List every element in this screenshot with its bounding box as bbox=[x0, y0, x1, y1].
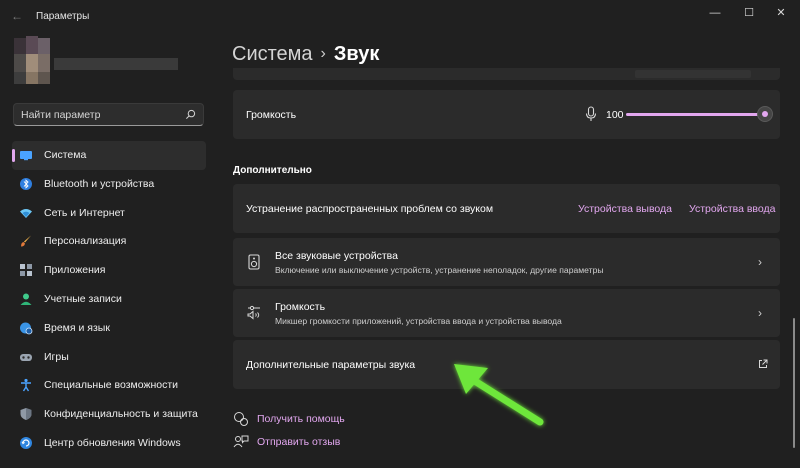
back-arrow-icon[interactable]: ← bbox=[8, 8, 26, 24]
breadcrumb: Система › Звук bbox=[232, 43, 379, 66]
sidebar-item-gaming[interactable]: Игры bbox=[12, 343, 206, 372]
sidebar-item-label: Приложения bbox=[44, 264, 106, 277]
sidebar-item-label: Система bbox=[44, 149, 87, 161]
sidebar-item-label: Bluetooth и устройства bbox=[44, 177, 155, 190]
update-icon bbox=[20, 436, 32, 449]
annotation-arrow-icon bbox=[454, 364, 544, 426]
mixer-title: Громкость bbox=[275, 301, 326, 313]
mixer-icon bbox=[247, 305, 260, 320]
bluetooth-icon bbox=[20, 177, 32, 190]
maximize-button[interactable]: ☐ bbox=[734, 4, 764, 22]
breadcrumb-separator: › bbox=[320, 45, 326, 62]
input-devices-link[interactable]: Устройства ввода bbox=[689, 203, 775, 215]
wifi-icon bbox=[20, 208, 32, 218]
search-input[interactable]: Найти параметр bbox=[13, 103, 204, 126]
sidebar-item-label: Центр обновления Windows bbox=[44, 436, 181, 449]
troubleshoot-card: Устранение распространенных проблем со з… bbox=[233, 184, 780, 233]
sidebar-nav: Система Bluetooth и устройства Сеть и Ин… bbox=[12, 141, 206, 458]
sidebar-item-label: Сеть и Интернет bbox=[44, 206, 125, 219]
open-external-icon bbox=[759, 359, 768, 368]
volume-slider-track[interactable] bbox=[626, 113, 766, 116]
chevron-right-icon: › bbox=[758, 306, 762, 320]
volume-label: Громкость bbox=[246, 109, 297, 121]
globe-clock-icon bbox=[20, 322, 33, 335]
gamepad-icon bbox=[20, 353, 32, 361]
chevron-right-icon: › bbox=[758, 255, 762, 269]
sidebar-item-label: Игры bbox=[44, 350, 69, 363]
troubleshoot-label: Устранение распространенных проблем со з… bbox=[246, 203, 494, 215]
breadcrumb-parent[interactable]: Система bbox=[232, 43, 313, 65]
sidebar-item-label: Конфиденциальность и защита bbox=[44, 408, 198, 421]
apps-icon bbox=[20, 264, 32, 277]
sidebar-item-personalization[interactable]: Персонализация bbox=[12, 227, 206, 256]
account-avatar-blurred bbox=[0, 34, 180, 84]
shield-icon bbox=[20, 408, 32, 421]
get-help-link[interactable]: Получить помощь bbox=[257, 413, 345, 425]
dropdown-partial[interactable] bbox=[635, 70, 751, 78]
help-chat-icon bbox=[234, 412, 248, 426]
brush-icon bbox=[21, 235, 31, 247]
volume-mixer-card[interactable]: Громкость Микшер громкости приложений, у… bbox=[233, 289, 780, 337]
sidebar-item-label: Персонализация bbox=[44, 235, 127, 248]
minimize-button[interactable]: — bbox=[700, 4, 730, 22]
feedback-icon bbox=[233, 435, 249, 448]
sidebar-item-accounts[interactable]: Учетные записи bbox=[12, 285, 206, 314]
accessibility-icon bbox=[21, 379, 31, 392]
account-icon bbox=[20, 293, 32, 305]
title-bar: ← Параметры — ☐ ✕ bbox=[0, 0, 800, 32]
volume-card: Громкость 100 bbox=[233, 90, 780, 139]
all-devices-title: Все звуковые устройства bbox=[275, 250, 398, 262]
sidebar-item-network[interactable]: Сеть и Интернет bbox=[12, 199, 206, 228]
sidebar-item-label: Специальные возможности bbox=[44, 379, 179, 392]
sidebar-item-apps[interactable]: Приложения bbox=[12, 256, 206, 285]
all-sound-devices-card[interactable]: Все звуковые устройства Включение или вы… bbox=[233, 238, 780, 286]
sidebar-item-label: Учетные записи bbox=[44, 292, 122, 305]
close-button[interactable]: ✕ bbox=[766, 4, 796, 22]
sidebar-item-time-language[interactable]: Время и язык bbox=[12, 314, 206, 343]
output-devices-link[interactable]: Устройства вывода bbox=[578, 203, 672, 215]
section-title: Дополнительно bbox=[233, 165, 312, 176]
sidebar-item-system[interactable]: Система bbox=[12, 141, 206, 170]
sidebar-item-accessibility[interactable]: Специальные возможности bbox=[12, 371, 206, 400]
volume-value: 100 bbox=[606, 109, 624, 121]
search-placeholder: Найти параметр bbox=[21, 109, 101, 121]
microphone-icon[interactable] bbox=[585, 106, 597, 122]
scrollbar-thumb[interactable] bbox=[793, 318, 795, 448]
sidebar-item-bluetooth[interactable]: Bluetooth и устройства bbox=[12, 170, 206, 199]
monitor-icon bbox=[20, 151, 32, 161]
page-title: Звук bbox=[333, 43, 380, 65]
advanced-title: Дополнительные параметры звука bbox=[246, 359, 416, 371]
sidebar-item-privacy[interactable]: Конфиденциальность и защита bbox=[12, 400, 206, 429]
send-feedback-link[interactable]: Отправить отзыв bbox=[257, 436, 340, 448]
window-title: Параметры bbox=[36, 11, 90, 22]
previous-card-partial bbox=[233, 68, 780, 80]
sidebar-item-windows-update[interactable]: Центр обновления Windows bbox=[12, 429, 206, 458]
search-icon[interactable] bbox=[185, 109, 196, 120]
volume-slider-thumb[interactable] bbox=[757, 106, 773, 122]
all-devices-subtitle: Включение или выключение устройств, устр… bbox=[275, 265, 604, 275]
sidebar-item-label: Время и язык bbox=[44, 321, 110, 334]
mixer-subtitle: Микшер громкости приложений, устройства … bbox=[275, 316, 562, 326]
speaker-device-icon bbox=[248, 254, 260, 270]
